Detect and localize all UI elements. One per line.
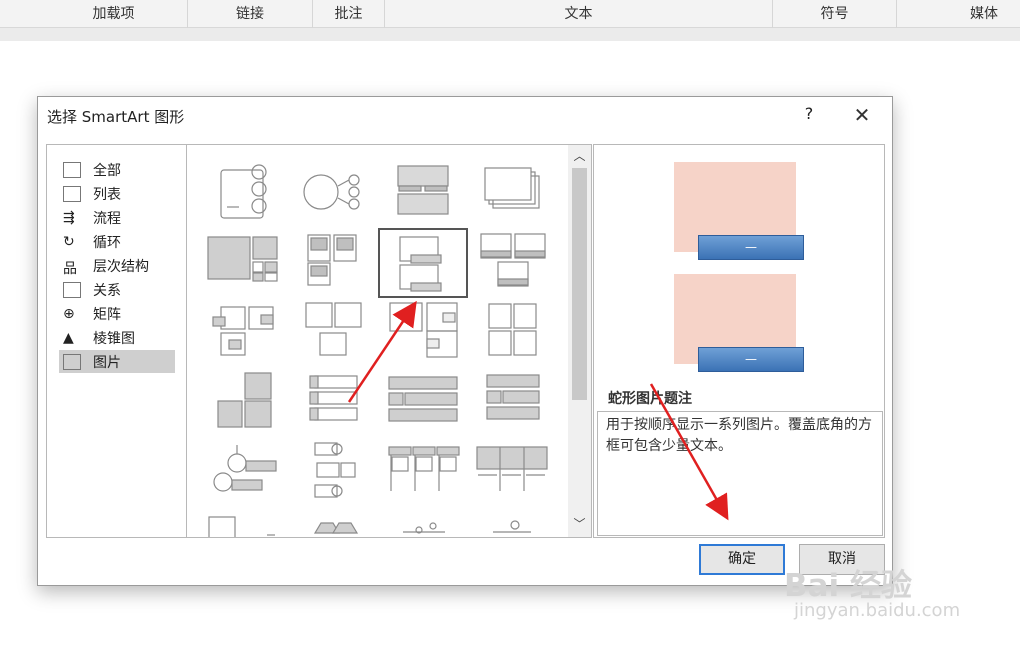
category-hierarchy[interactable]: 品层次结构 [59,254,175,277]
category-cycle[interactable]: ↻ 循环 [59,230,175,253]
category-label: 图片 [93,354,121,371]
ribbon-group-symbols[interactable]: 符号 [773,0,897,28]
scroll-up-icon[interactable]: ︿ [568,147,591,167]
layout-thumbnail[interactable] [217,372,272,428]
layout-thumbnail[interactable] [313,522,359,534]
category-label: 列表 [93,186,121,203]
category-label: 棱锥图 [93,330,135,347]
category-all[interactable]: 全部 [59,158,175,181]
ribbon-group-links[interactable]: 链接 [188,0,313,28]
category-relationship[interactable]: 关系 [59,278,175,301]
list-icon [63,185,81,202]
category-label: 关系 [93,282,121,299]
layout-thumbnail[interactable] [212,306,274,356]
watermark-url: jingyan.baidu.com [794,600,961,621]
layout-thumbnail[interactable] [220,164,267,219]
ribbon-group-comments[interactable]: 批注 [313,0,385,28]
category-list-item[interactable]: 列表 [59,182,175,205]
baidu-watermark: Bai 经验 jingyan.baidu.com [784,560,974,630]
hierarchy-icon: 品 [63,260,77,277]
category-label: 层次结构 [93,258,149,275]
watermark-logo: Bai 经验 [784,568,912,604]
dialog-title: 选择 SmartArt 图形 [47,108,185,126]
relationship-icon [63,281,81,298]
category-label: 矩阵 [93,306,121,323]
layout-thumbnail[interactable] [389,302,458,358]
close-icon: ✕ [853,103,871,127]
layout-thumbnail[interactable] [480,233,546,287]
process-icon: ⇶ [63,209,75,226]
category-matrix[interactable]: ⊕ 矩阵 [59,302,175,325]
layout-thumbnail[interactable] [484,167,540,209]
scroll-thumb[interactable] [572,168,587,400]
layout-thumbnail[interactable] [305,302,362,356]
layout-thumbnail-selected[interactable] [378,228,468,298]
ribbon-group-addins[interactable]: 加载项 [40,0,188,28]
category-label: 流程 [93,210,121,227]
close-button[interactable]: ✕ [850,103,874,127]
category-picture[interactable]: 图片 [59,350,175,373]
preview-description: 用于按顺序显示一系列图片。覆盖底角的方框可包含少量文本。 [597,411,883,536]
picture-icon [63,353,81,370]
layout-thumbnail[interactable] [476,446,548,491]
matrix-icon: ⊕ [63,305,75,322]
scroll-down-icon[interactable]: ﹀ [568,515,591,535]
category-process[interactable]: ⇶ 流程 [59,206,175,229]
layout-thumbnail[interactable] [309,375,358,421]
ribbon-group-bar: 加载项 链接 批注 文本 符号 媒体 [0,0,1020,28]
category-list: 全部 列表 ⇶ 流程 ↻ 循环 品层次结构 关系 ⊕ 矩阵 ▲ 棱锥图 图片 [46,144,187,538]
layout-thumbnail[interactable] [493,520,531,533]
layout-thumbnail[interactable] [388,376,458,422]
all-icon [63,161,81,178]
layout-thumbnail[interactable] [403,522,445,534]
category-label: 全部 [93,162,121,179]
layout-thumbnails [207,164,548,538]
category-pyramid[interactable]: ▲ 棱锥图 [59,326,175,349]
smartart-dialog: 选择 SmartArt 图形 ? ✕ 全部 列表 ⇶ 流程 ↻ 循环 品层次结构 关… [37,96,893,586]
help-button[interactable]: ? [799,104,819,124]
layout-thumbnail[interactable] [488,303,537,356]
layout-thumbnail[interactable] [207,236,278,282]
layout-thumbnail[interactable] [307,234,357,286]
cycle-icon: ↻ [63,233,75,250]
layout-thumbnail[interactable] [208,516,275,538]
preview-caption-bar: — [698,235,804,260]
layout-thumbnail[interactable] [303,174,360,210]
gallery-scrollbar[interactable]: ︿ ﹀ [568,145,591,537]
layout-gallery [186,144,592,538]
layout-thumbnail[interactable] [397,165,449,215]
ribbon-group-media[interactable]: 媒体 [897,0,1020,28]
layout-thumbnail[interactable] [213,445,277,492]
preview-panel: — — 蛇形图片题注 用于按顺序显示一系列图片。覆盖底角的方框可包含少量文本。 [593,144,885,538]
layout-thumbnail[interactable] [314,442,356,498]
ok-button[interactable]: 确定 [699,544,785,575]
preview-title: 蛇形图片题注 [608,391,692,407]
category-label: 循环 [93,234,121,251]
layout-thumbnail[interactable] [486,374,540,420]
ribbon-group-text[interactable]: 文本 [385,0,773,28]
ribbon-shadow [0,28,1020,41]
preview-caption-bar: — [698,347,804,372]
pyramid-icon: ▲ [63,329,74,346]
layout-thumbnail[interactable] [388,446,460,491]
